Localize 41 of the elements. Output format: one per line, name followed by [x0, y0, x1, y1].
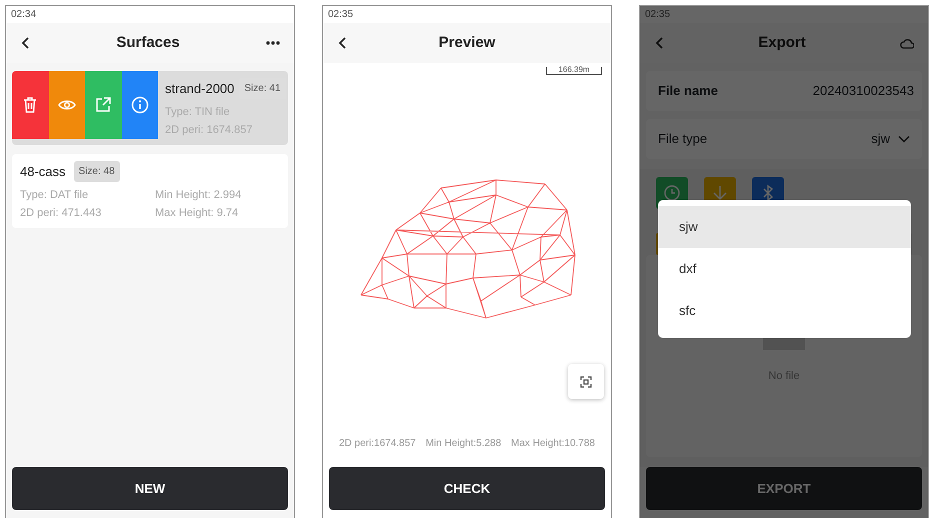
file-type: Type: DAT file — [20, 188, 90, 203]
field-label: File name — [658, 82, 718, 100]
info-icon — [130, 96, 149, 114]
share-icon — [94, 96, 112, 114]
fit-view-icon — [580, 376, 592, 388]
scale-bar: 166.39m — [546, 67, 602, 75]
stat-text: Min Height:5.288 — [426, 437, 502, 451]
surface-name: 48-cass — [20, 162, 66, 181]
info-button[interactable] — [122, 71, 158, 139]
check-button[interactable]: CHECK — [329, 467, 605, 510]
status-time: 02:35 — [640, 6, 928, 23]
file-name-value: 20240310023543 — [812, 82, 914, 100]
back-icon — [337, 36, 347, 50]
surface-card[interactable]: 48-cass Size: 48 Type: DAT file Min Height: 2.994 2D peri: 471.443 Max Height: 9.74 — [12, 154, 288, 228]
status-time: 02:34 — [6, 6, 294, 23]
more-button[interactable] — [266, 41, 280, 45]
min-height: Min Height: 2.994 — [155, 188, 242, 203]
fit-view-button[interactable] — [568, 364, 604, 399]
back-button[interactable] — [20, 36, 30, 50]
back-icon — [654, 36, 664, 50]
screen-title: Preview — [438, 32, 496, 53]
screen-title: Export — [758, 32, 806, 53]
preview-button[interactable] — [48, 71, 85, 139]
perimeter: 2D peri: 471.443 — [20, 206, 102, 221]
file-type-value: sjw — [871, 130, 890, 148]
screen-title: Surfaces — [116, 32, 180, 53]
size-tag: Size: 48 — [74, 161, 120, 182]
delete-button[interactable] — [12, 71, 48, 139]
stat-text: 2D peri:1674.857 — [339, 437, 416, 451]
cloud-icon — [900, 38, 914, 48]
new-button[interactable]: NEW — [12, 467, 288, 510]
field-label: File type — [658, 130, 708, 148]
back-icon — [20, 36, 30, 50]
surface-name: strand-2000 — [165, 80, 234, 98]
menu-option[interactable]: sjw — [658, 206, 911, 248]
back-button[interactable] — [337, 36, 347, 50]
chevron-down-icon — [898, 135, 910, 143]
stat-text: Max Height:10.788 — [511, 437, 595, 451]
cloud-button[interactable] — [900, 38, 914, 48]
more-icon — [266, 41, 280, 45]
max-height: Max Height: 9.74 — [155, 206, 238, 221]
